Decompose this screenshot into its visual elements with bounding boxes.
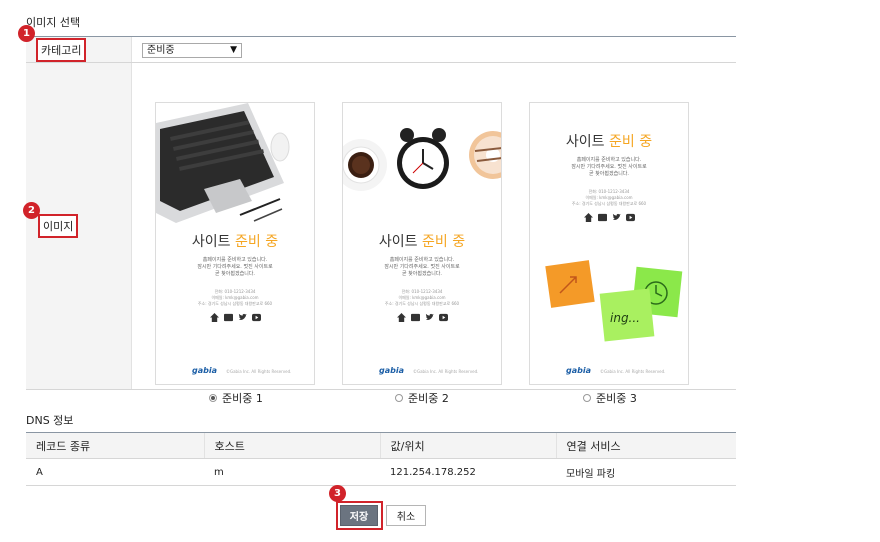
category-select[interactable]: 준비중 ▼ xyxy=(142,43,242,58)
home-icon xyxy=(396,313,406,322)
radio-button-1[interactable] xyxy=(209,394,217,402)
youtube-icon xyxy=(625,213,635,222)
image-header-cell: 이미지 xyxy=(26,63,132,389)
card-3-line2: 잠시만 기다려주세요. 멋진 사이트로 xyxy=(571,164,647,170)
card-3-title-accent: 준비 중 xyxy=(609,134,653,150)
card-3-social-icons xyxy=(530,213,688,222)
image-row: 이미지 사이트 준비 중 홈페이지를 준비하고 있습니다. 잠시만 기다려주세요… xyxy=(26,63,736,405)
card-3-line3: 곧 찾아뵙겠습니다. xyxy=(589,171,629,177)
card-3-contact3: 주소: 경기도 성남시 삼평동 대왕판교로 660 xyxy=(571,201,647,206)
card-1-line3: 곧 찾아뵙겠습니다. xyxy=(215,271,255,277)
card-3-logo: gabia xyxy=(566,366,591,375)
laptop-illustration xyxy=(156,103,290,223)
sticky-notes-illustration xyxy=(545,260,683,342)
dns-cell-value: 121.254.178.252 xyxy=(380,458,556,486)
dns-header-record-type: 레코드 종류 xyxy=(26,432,204,459)
card-2-line3: 곧 찾아뵙겠습니다. xyxy=(402,271,442,277)
step-badge-1: 1 xyxy=(18,25,35,42)
card-2-logo: gabia xyxy=(379,366,404,375)
template-option-3[interactable]: 준비중 3 xyxy=(583,390,637,406)
template-option-2[interactable]: 준비중 2 xyxy=(395,390,449,406)
dns-section-title: DNS 정보 xyxy=(26,414,74,427)
template-card-1[interactable]: 사이트 준비 중 홈페이지를 준비하고 있습니다. 잠시만 기다려주세요. 멋진… xyxy=(155,102,315,385)
radio-button-2[interactable] xyxy=(395,394,403,402)
category-label: 카테고리 xyxy=(36,37,87,62)
card-2-title-accent: 준비 중 xyxy=(422,234,466,250)
dns-cell-service: 모바일 파킹 xyxy=(556,458,736,486)
home-icon xyxy=(583,213,593,222)
card-1-contact3: 주소: 경기도 성남시 삼평동 대왕판교로 660 xyxy=(197,301,273,306)
card-2-title: 사이트 준비 중 xyxy=(343,231,501,251)
dns-header-service: 연결 서비스 xyxy=(555,432,736,459)
dns-cell-record-type: A xyxy=(26,458,204,486)
category-value-cell: 준비중 ▼ xyxy=(132,37,736,62)
youtube-icon xyxy=(251,313,261,322)
card-1-title-accent: 준비 중 xyxy=(235,234,279,250)
image-options-cell: 사이트 준비 중 홈페이지를 준비하고 있습니다. 잠시만 기다려주세요. 멋진… xyxy=(132,63,736,405)
image-section-title: 이미지 선택 xyxy=(26,16,81,29)
image-form-table: 카테고리 준비중 ▼ 이미지 사이트 준비 중 홈페이지를 준비하고 있습니다.… xyxy=(26,36,736,405)
blog-icon xyxy=(223,313,233,322)
radio-label-3: 준비중 3 xyxy=(596,392,637,405)
card-3-line1: 홈페이지를 준비하고 있습니다. xyxy=(576,157,642,163)
card-1-logo: gabia xyxy=(192,366,217,375)
step-badge-3: 3 xyxy=(329,485,346,502)
twitter-icon xyxy=(425,313,434,321)
twitter-icon xyxy=(238,313,247,321)
card-2-social-icons xyxy=(343,313,501,322)
dns-header-row: 레코드 종류 호스트 값/위치 연결 서비스 xyxy=(26,432,736,459)
dns-header-value: 값/위치 xyxy=(379,432,556,459)
home-icon xyxy=(209,313,219,322)
card-3-title-main: 사이트 xyxy=(565,134,605,150)
dns-cell-host: m xyxy=(204,458,380,486)
blog-icon xyxy=(410,313,420,322)
category-select-value: 준비중 xyxy=(147,45,175,56)
radio-button-3[interactable] xyxy=(583,394,591,402)
template-card-2[interactable]: 사이트 준비 중 홈페이지를 준비하고 있습니다. 잠시만 기다려주세요. 멋진… xyxy=(342,102,502,385)
table-row: A m 121.254.178.252 모바일 파킹 xyxy=(26,458,736,486)
card-1-line2: 잠시만 기다려주세요. 멋진 사이트로 xyxy=(197,264,273,270)
coffee-clock-illustration xyxy=(343,128,501,191)
card-2-copyright: ©Gabia Inc. All Rights Reserved. xyxy=(413,369,479,374)
cancel-button[interactable]: 취소 xyxy=(386,505,426,526)
dns-header-host: 호스트 xyxy=(203,432,380,459)
card-1-title: 사이트 준비 중 xyxy=(156,231,314,251)
card-1-line1: 홈페이지를 준비하고 있습니다. xyxy=(202,257,268,263)
card-3-title: 사이트 준비 중 xyxy=(530,131,688,151)
youtube-icon xyxy=(438,313,448,322)
category-header-cell: 카테고리 xyxy=(26,37,132,62)
card-2-title-main: 사이트 xyxy=(378,234,418,250)
category-row: 카테고리 준비중 ▼ xyxy=(26,37,736,63)
card-2-line2: 잠시만 기다려주세요. 멋진 사이트로 xyxy=(384,264,460,270)
radio-label-1: 준비중 1 xyxy=(222,392,263,405)
card-1-title-main: 사이트 xyxy=(191,234,231,250)
card-3-sticky-text: ing... xyxy=(610,311,640,325)
radio-label-2: 준비중 2 xyxy=(408,392,449,405)
dns-table: 레코드 종류 호스트 값/위치 연결 서비스 A m 121.254.178.2… xyxy=(26,432,736,486)
card-3-copyright: ©Gabia Inc. All Rights Reserved. xyxy=(600,369,666,374)
card-1-social-icons xyxy=(156,313,314,322)
blog-icon xyxy=(597,213,607,222)
card-2-contact3: 주소: 경기도 성남시 삼평동 대왕판교로 660 xyxy=(384,301,460,306)
twitter-icon xyxy=(612,213,621,221)
step-badge-2: 2 xyxy=(23,202,40,219)
card-1-copyright: ©Gabia Inc. All Rights Reserved. xyxy=(226,369,292,374)
image-label: 이미지 xyxy=(38,214,79,238)
template-card-3[interactable]: 사이트 준비 중 홈페이지를 준비하고 있습니다. 잠시만 기다려주세요. 멋진… xyxy=(529,102,689,385)
card-2-line1: 홈페이지를 준비하고 있습니다. xyxy=(389,257,455,263)
save-button[interactable]: 저장 xyxy=(340,505,378,526)
template-option-1[interactable]: 준비중 1 xyxy=(209,390,263,406)
dropdown-arrow-icon: ▼ xyxy=(230,45,237,55)
